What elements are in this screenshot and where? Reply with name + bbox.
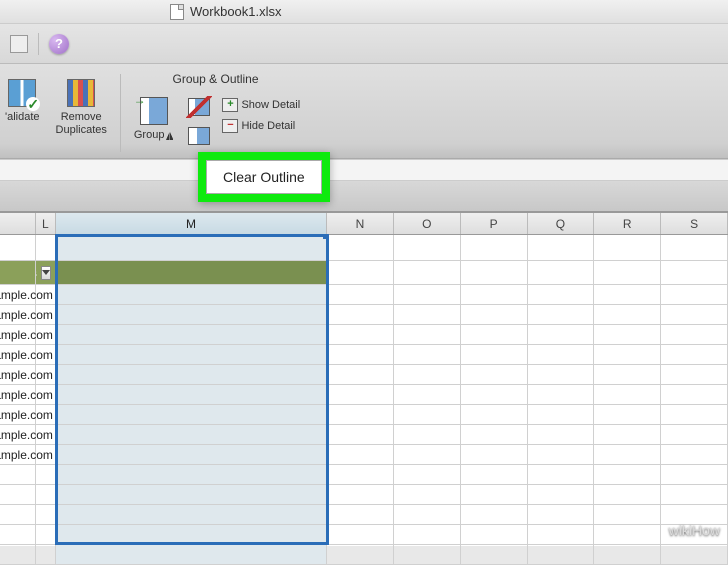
table-row: xample.com <box>0 305 728 325</box>
group-icon <box>138 95 170 127</box>
hide-detail-button[interactable]: Hide Detail <box>220 117 302 135</box>
cell-value: xample.com <box>0 428 53 442</box>
help-icon[interactable]: ? <box>49 34 69 54</box>
cell-value: xample.com <box>0 308 53 322</box>
cell-value: xample.com <box>0 448 53 462</box>
select-all-corner[interactable] <box>0 213 36 234</box>
cell[interactable] <box>327 235 394 260</box>
header-text: ess <box>36 266 37 280</box>
cell[interactable] <box>594 261 661 284</box>
window-title: Workbook1.xlsx <box>190 4 282 19</box>
plus-icon <box>222 98 238 112</box>
table-row <box>0 465 728 485</box>
column-headers: L M N O P Q R S <box>0 213 728 235</box>
group-button[interactable]: Group <box>129 92 179 145</box>
ribbon: 'alidate Remove Duplicates Group & Outli… <box>0 64 728 159</box>
table-row: xample.com <box>0 345 728 365</box>
table-row: xample.com <box>0 385 728 405</box>
cell[interactable] <box>661 261 728 284</box>
cell[interactable] <box>394 235 461 260</box>
column-header[interactable]: R <box>594 213 661 234</box>
ungroup-icon <box>186 96 212 118</box>
cell[interactable] <box>56 285 327 304</box>
cell[interactable] <box>327 261 394 284</box>
clear-outline-label: Clear Outline <box>223 169 305 185</box>
cell[interactable] <box>461 261 528 284</box>
show-detail-label: Show Detail <box>241 99 300 111</box>
table-row: xample.com <box>0 285 728 305</box>
table-row <box>0 525 728 545</box>
cell[interactable] <box>528 261 595 284</box>
validate-button[interactable]: 'alidate <box>0 74 45 127</box>
cell[interactable] <box>661 235 728 260</box>
remove-duplicates-icon <box>65 77 97 109</box>
cell-value: xample.com <box>0 388 53 402</box>
column-header[interactable]: S <box>661 213 728 234</box>
section-label: Group & Outline <box>172 70 258 88</box>
table-row <box>0 505 728 525</box>
filter-arrow-icon[interactable] <box>41 266 51 280</box>
cell-value: xample.com <box>0 408 53 422</box>
cell[interactable] <box>528 235 595 260</box>
column-header[interactable]: P <box>461 213 528 234</box>
cell[interactable] <box>56 235 327 260</box>
table-header-row: ess <box>0 261 728 285</box>
table-row: xample.com <box>0 405 728 425</box>
ribbon-group-data-tools: 'alidate Remove Duplicates <box>0 70 120 156</box>
table-header-cell[interactable]: ess <box>36 261 56 284</box>
table-row <box>0 485 728 505</box>
column-header-selected[interactable]: M <box>56 213 327 234</box>
qa-button[interactable] <box>10 35 28 53</box>
dropdown-menu: Clear Outline <box>198 152 330 202</box>
column-header[interactable]: N <box>327 213 394 234</box>
remove-duplicates-button[interactable]: Remove Duplicates <box>51 74 112 140</box>
validate-label: 'alidate <box>5 111 40 124</box>
column-header[interactable]: L <box>36 213 56 234</box>
cell-value: xample.com <box>0 288 53 302</box>
formula-bar[interactable] <box>0 159 728 181</box>
cell-value: xample.com <box>0 328 53 342</box>
blank-row <box>0 235 728 261</box>
column-header[interactable]: O <box>394 213 461 234</box>
cell[interactable] <box>394 261 461 284</box>
quick-access-toolbar: ? <box>0 24 728 64</box>
ungroup-button[interactable] <box>184 94 214 120</box>
ribbon-group-outline: Group & Outline Group Sh <box>121 70 310 156</box>
table-row: xample.com <box>0 325 728 345</box>
subtotal-button[interactable] <box>184 123 214 149</box>
cell[interactable] <box>461 235 528 260</box>
table-row: xample.com <box>0 365 728 385</box>
table-row: xample.com <box>0 425 728 445</box>
title-bar: Workbook1.xlsx <box>0 0 728 24</box>
cell[interactable] <box>594 235 661 260</box>
cell-value: xample.com <box>0 348 53 362</box>
row-header[interactable] <box>0 235 36 260</box>
table-row <box>0 545 728 565</box>
watermark: wikiHow <box>669 522 720 538</box>
worksheet[interactable]: L M N O P Q R S ess <box>0 213 728 546</box>
column-header[interactable]: Q <box>528 213 595 234</box>
separator <box>38 33 39 55</box>
cell[interactable] <box>327 285 394 304</box>
group-label-text: Group <box>134 129 165 142</box>
outline-strip <box>0 181 728 213</box>
show-detail-button[interactable]: Show Detail <box>220 96 302 114</box>
table-row: xample.com <box>0 445 728 465</box>
minus-icon <box>222 119 238 133</box>
cell-value: xample.com <box>0 368 53 382</box>
validate-icon <box>6 77 38 109</box>
chevron-down-icon <box>166 132 173 140</box>
subtotal-icon <box>186 125 212 147</box>
cell[interactable] <box>56 261 327 284</box>
hide-detail-label: Hide Detail <box>241 120 295 132</box>
clear-outline-item[interactable]: Clear Outline <box>206 160 322 194</box>
cell[interactable] <box>36 235 56 260</box>
data-rows: ess xample.com xample.com xample.com <box>0 235 728 565</box>
group-label <box>54 140 57 156</box>
row-header[interactable] <box>0 261 36 284</box>
remove-duplicates-label: Remove Duplicates <box>56 111 107 137</box>
document-icon <box>170 4 184 20</box>
